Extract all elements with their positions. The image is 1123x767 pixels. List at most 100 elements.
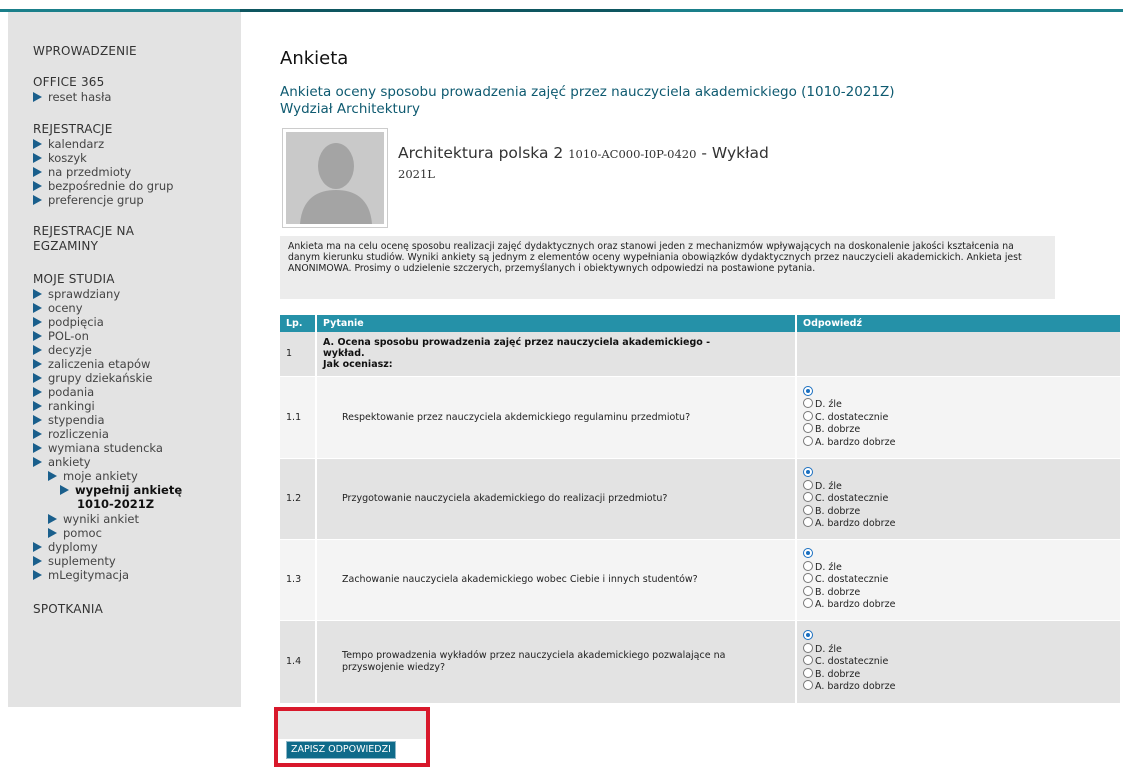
sidebar-heading-rejestracje-egzaminy[interactable]: REJESTRACJE NA EGZAMINY: [33, 224, 134, 254]
sidebar-item-wypelnij-ankiete[interactable]: wypełnij ankietę: [60, 483, 182, 497]
avatar-placeholder-icon: [286, 132, 384, 224]
radio-button[interactable]: [803, 504, 813, 515]
course-name: Architektura polska 2: [398, 144, 564, 162]
sidebar-item-stypendia[interactable]: stypendia: [33, 413, 105, 427]
table-row: 1.3 Zachowanie nauczyciela akademickiego…: [280, 539, 1122, 621]
header-odpowiedz: Odpowiedź: [796, 315, 1122, 332]
save-answers-button[interactable]: ZAPISZ ODPOWIEDZI: [286, 741, 396, 759]
triangle-icon: [33, 359, 42, 369]
sidebar-item-na-przedmioty[interactable]: na przedmioty: [33, 165, 131, 179]
survey-name: Ankieta oceny sposobu prowadzenia zajęć …: [280, 84, 895, 100]
option-d[interactable]: D. źle: [803, 560, 1114, 574]
triangle-icon: [33, 317, 42, 327]
sidebar-item-wyniki-ankiet[interactable]: wyniki ankiet: [48, 512, 139, 526]
survey-subtitle: Ankieta oceny sposobu prowadzenia zajęć …: [280, 84, 895, 118]
radio-button[interactable]: [803, 435, 813, 446]
row-question: Tempo prowadzenia wykładów przez nauczyc…: [316, 620, 797, 704]
header-pytanie: Pytanie: [316, 315, 797, 332]
option-d[interactable]: D. źle: [803, 642, 1114, 656]
sidebar-item-wypelnij-code[interactable]: 1010-2021Z: [77, 497, 154, 511]
triangle-icon: [33, 373, 42, 383]
sidebar-item-podania[interactable]: podania: [33, 385, 94, 399]
triangle-icon: [33, 181, 42, 191]
sidebar-heading-spotkania[interactable]: SPOTKANIA: [33, 602, 103, 617]
radio-empty-selected[interactable]: [803, 467, 813, 478]
radio-button[interactable]: [803, 680, 813, 691]
radio-empty-selected[interactable]: [803, 385, 813, 396]
option-d[interactable]: D. źle: [803, 398, 1114, 411]
option-a[interactable]: A. bardzo dobrze: [803, 680, 1114, 693]
sidebar-item-wymiana[interactable]: wymiana studencka: [33, 441, 163, 455]
sidebar-item-zaliczenia[interactable]: zaliczenia etapów: [33, 357, 150, 371]
radio-button[interactable]: [803, 517, 813, 528]
table-row: 1.4 Tempo prowadzenia wykładów przez nau…: [280, 620, 1122, 704]
triangle-icon: [33, 415, 42, 425]
radio-button[interactable]: [803, 479, 813, 490]
sidebar-item-rankingi[interactable]: rankingi: [33, 399, 95, 413]
triangle-icon: [33, 457, 42, 467]
row-lp: 1.2: [280, 458, 317, 540]
sidebar-item-koszyk[interactable]: koszyk: [33, 151, 87, 165]
sidebar-item-decyzje[interactable]: decyzje: [33, 343, 92, 357]
sidebar-item-grupy[interactable]: grupy dziekańskie: [33, 371, 152, 385]
sidebar-heading-moje-studia[interactable]: MOJE STUDIA: [33, 272, 115, 287]
answer-group: D. źle C. dostatecznie B. dobrze A. bard…: [796, 376, 1122, 459]
triangle-icon: [48, 514, 57, 524]
sidebar-heading-rejestracje[interactable]: REJESTRACJE: [33, 122, 113, 137]
table-row: 1.2 Przygotowanie nauczyciela akademicki…: [280, 458, 1122, 540]
radio-button[interactable]: [803, 492, 813, 503]
sidebar-item-oceny[interactable]: oceny: [33, 301, 83, 315]
sidebar-item-rozliczenia[interactable]: rozliczenia: [33, 427, 109, 441]
sidebar-item-preferencje[interactable]: preferencje grup: [33, 193, 144, 207]
radio-empty-selected[interactable]: [803, 630, 813, 641]
section-title: A. Ocena sposobu prowadzenia zajęć przez…: [316, 332, 797, 377]
option-c[interactable]: C. dostatecznie: [803, 492, 1114, 505]
row-lp: 1.4: [280, 620, 317, 704]
sidebar-item-kalendarz[interactable]: kalendarz: [33, 137, 104, 151]
option-c[interactable]: C. dostatecznie: [803, 655, 1114, 668]
row-question: Respektowanie przez nauczyciela akdemick…: [316, 376, 797, 459]
sidebar-item-pol-on[interactable]: POL-on: [33, 329, 89, 343]
radio-button[interactable]: [803, 655, 813, 666]
header-lp: Lp.: [280, 315, 317, 332]
table-row: 1.1 Respektowanie przez nauczyciela akde…: [280, 376, 1122, 459]
save-highlight-box: ZAPISZ ODPOWIEDZI: [274, 707, 430, 767]
triangle-icon: [33, 195, 42, 205]
radio-button[interactable]: [803, 410, 813, 421]
sidebar-heading-office[interactable]: OFFICE 365: [33, 75, 104, 90]
radio-button[interactable]: [803, 667, 813, 678]
answer-group: D. źle C. dostatecznie B. dobrze A. bard…: [796, 539, 1122, 621]
sidebar-item-reset[interactable]: reset hasła: [33, 90, 111, 104]
radio-button[interactable]: [803, 398, 813, 409]
sidebar-item-ankiety[interactable]: ankiety: [33, 455, 91, 469]
option-d[interactable]: D. źle: [803, 479, 1114, 493]
radio-button[interactable]: [803, 598, 813, 609]
sidebar-item-mlegitymacja[interactable]: mLegitymacja: [33, 568, 129, 582]
radio-button[interactable]: [803, 585, 813, 596]
sidebar-item-moje-ankiety[interactable]: moje ankiety: [48, 469, 138, 483]
option-b[interactable]: B. dobrze: [803, 667, 1114, 681]
option-b[interactable]: B. dobrze: [803, 585, 1114, 599]
option-a[interactable]: A. bardzo dobrze: [803, 517, 1114, 530]
course-type: - Wykład: [701, 144, 769, 162]
radio-button[interactable]: [803, 642, 813, 653]
sidebar-item-pomoc[interactable]: pomoc: [48, 526, 102, 540]
radio-empty-selected[interactable]: [803, 548, 813, 559]
option-c[interactable]: C. dostatecznie: [803, 410, 1114, 424]
sidebar-item-podpiecia[interactable]: podpięcia: [33, 315, 104, 329]
option-c[interactable]: C. dostatecznie: [803, 573, 1114, 586]
sidebar-item-sprawdziany[interactable]: sprawdziany: [33, 287, 120, 301]
option-b[interactable]: B. dobrze: [803, 423, 1114, 436]
option-a[interactable]: A. bardzo dobrze: [803, 598, 1114, 611]
radio-button[interactable]: [803, 423, 813, 434]
triangle-icon: [33, 443, 42, 453]
top-bar: [0, 0, 1123, 12]
sidebar-item-dyplomy[interactable]: dyplomy: [33, 540, 98, 554]
sidebar-item-do-grup[interactable]: bezpośrednie do grup: [33, 179, 173, 193]
radio-button[interactable]: [803, 560, 813, 571]
sidebar-heading-wprowadzenie[interactable]: WPROWADZENIE: [33, 44, 137, 59]
radio-button[interactable]: [803, 573, 813, 584]
option-a[interactable]: A. bardzo dobrze: [803, 435, 1114, 449]
option-b[interactable]: B. dobrze: [803, 504, 1114, 518]
sidebar-item-suplementy[interactable]: suplementy: [33, 554, 116, 568]
